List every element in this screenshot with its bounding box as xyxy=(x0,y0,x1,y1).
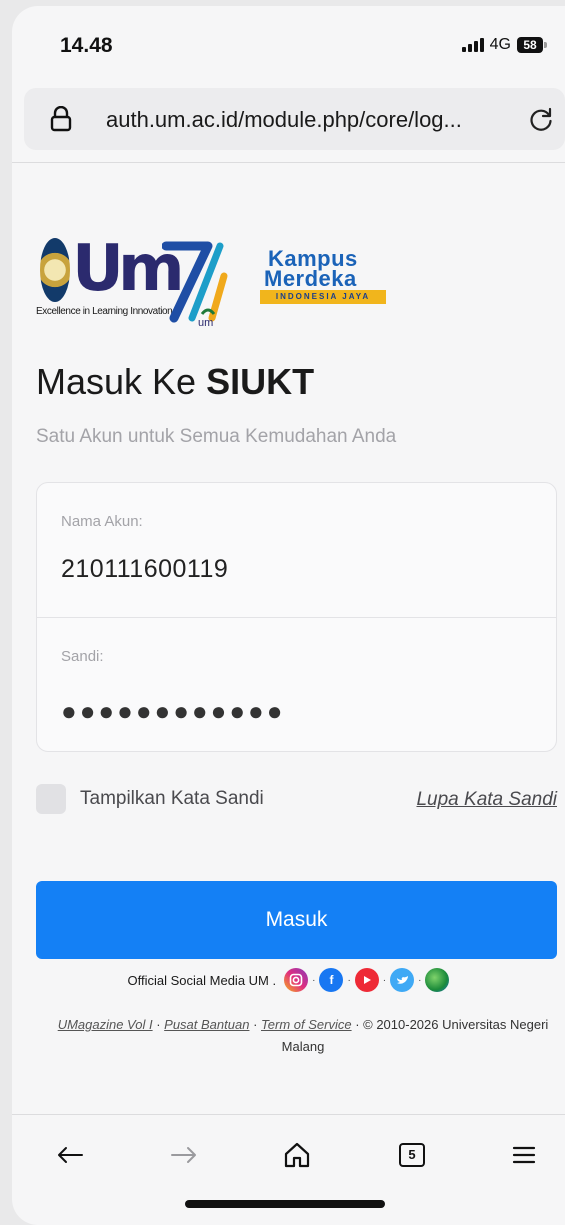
logo-row: Um Excellence in Learning Innovation um … xyxy=(36,232,396,328)
home-icon[interactable] xyxy=(277,1138,317,1172)
password-field[interactable]: Sandi: ●●●●●●●●●●●● xyxy=(37,618,556,753)
battery-level: 58 xyxy=(517,37,543,53)
show-password-checkbox[interactable] xyxy=(36,784,66,814)
show-password-label: Tampilkan Kata Sandi xyxy=(80,788,264,809)
footer-sep: · xyxy=(249,1017,262,1032)
back-arrow-icon[interactable] xyxy=(50,1138,90,1172)
footer-sep: · xyxy=(152,1017,165,1032)
login-form-card: Nama Akun: Sandi: ●●●●●●●●●●●● xyxy=(36,482,557,752)
bottom-bar-divider xyxy=(12,1114,565,1115)
lock-icon xyxy=(50,105,72,137)
kampus-merdeka-logo: Kampus Merdeka INDONESIA JAYA xyxy=(258,246,388,306)
title-brand: SIUKT xyxy=(206,361,315,402)
home-indicator[interactable] xyxy=(185,1200,385,1208)
kampus-line2: Merdeka xyxy=(264,266,357,291)
username-input[interactable] xyxy=(61,555,521,584)
phone-screen: 14.48 4G 58 auth.um.ac.id/module.php/cor… xyxy=(12,6,565,1225)
page-subtitle: Satu Akun untuk Semua Kemudahan Anda xyxy=(36,426,397,447)
signal-icon xyxy=(461,38,484,52)
browser-bottom-bar: 5 xyxy=(12,1116,565,1186)
username-field[interactable]: Nama Akun: xyxy=(37,483,556,618)
um-tagline: Excellence in Learning Innovation xyxy=(36,306,173,317)
facebook-icon[interactable]: f xyxy=(319,968,344,992)
username-label: Nama Akun: xyxy=(61,513,143,530)
login-button[interactable]: Masuk xyxy=(36,881,557,959)
twitter-icon[interactable] xyxy=(390,968,415,992)
reload-icon[interactable] xyxy=(527,105,555,138)
battery-icon: 58 xyxy=(517,37,547,53)
umagazine-link[interactable]: UMagazine Vol I xyxy=(58,1017,153,1032)
toolbar-divider xyxy=(12,162,565,163)
tab-count: 5 xyxy=(399,1143,425,1167)
tabs-button[interactable]: 5 xyxy=(392,1138,432,1172)
url-text[interactable]: auth.um.ac.id/module.php/core/log... xyxy=(106,107,462,133)
title-prefix: Masuk Ke xyxy=(36,361,207,402)
social-media-row: Official Social Media UM . · f · · · xyxy=(12,968,565,992)
show-password-toggle[interactable]: Tampilkan Kata Sandi xyxy=(36,784,264,814)
um-seal-icon xyxy=(40,238,70,302)
um-logo: Um Excellence in Learning Innovation xyxy=(36,232,185,328)
status-time: 14.48 xyxy=(60,34,113,57)
instagram-icon[interactable] xyxy=(284,968,309,992)
kampus-band: INDONESIA JAYA xyxy=(260,290,386,304)
network-type: 4G xyxy=(489,36,511,53)
status-indicators: 4G 58 xyxy=(461,36,547,54)
social-text: Official Social Media UM . xyxy=(127,972,277,988)
password-label: Sandi: xyxy=(61,648,104,665)
password-input[interactable]: ●●●●●●●●●●●● xyxy=(61,696,285,727)
um-70th-anniversary-logo: um xyxy=(162,241,228,328)
forgot-password-link[interactable]: Lupa Kata Sandi xyxy=(416,789,557,811)
address-bar[interactable]: auth.um.ac.id/module.php/core/log... xyxy=(24,88,565,150)
website-icon[interactable] xyxy=(425,968,450,992)
terms-link[interactable]: Term of Service xyxy=(261,1017,352,1032)
status-bar: 14.48 4G 58 xyxy=(12,6,565,86)
menu-icon[interactable] xyxy=(504,1138,544,1172)
page-title: Masuk Ke SIUKT xyxy=(36,361,314,403)
help-center-link[interactable]: Pusat Bantuan xyxy=(164,1017,249,1032)
footer: UMagazine Vol I · Pusat Bantuan · Term o… xyxy=(48,1014,558,1058)
seventy-caption: um xyxy=(198,317,213,328)
forward-arrow-icon[interactable] xyxy=(164,1138,204,1172)
youtube-icon[interactable] xyxy=(354,968,379,992)
